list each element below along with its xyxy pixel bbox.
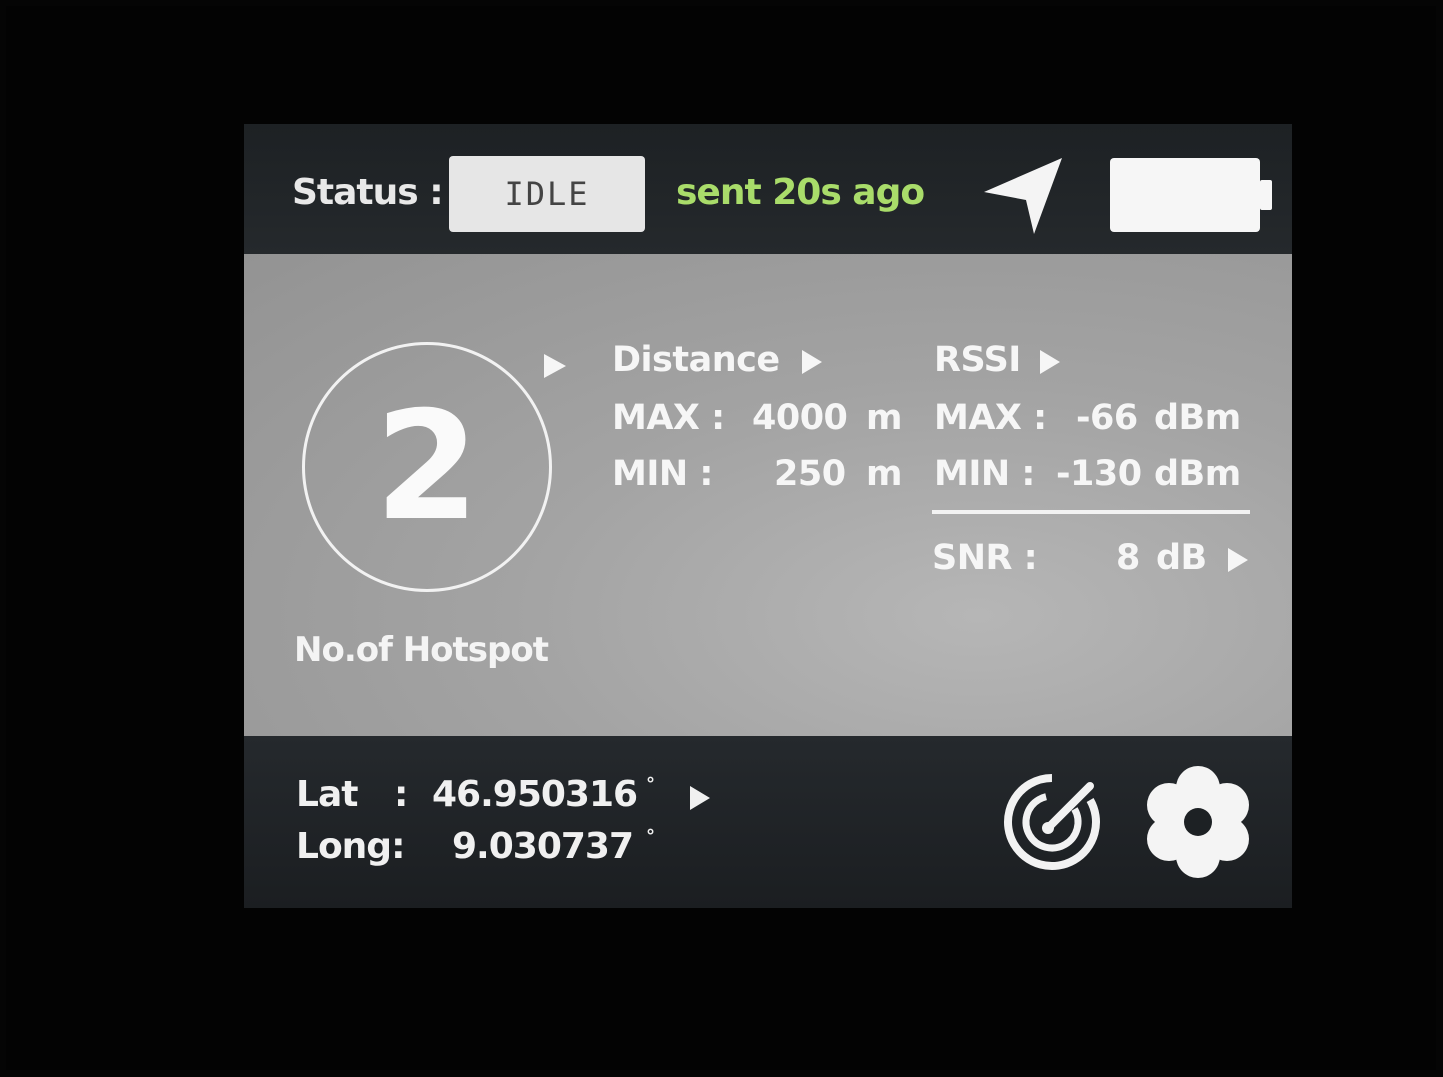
status-badge[interactable]: IDLE [449, 156, 645, 232]
rssi-min-unit: dBm [1154, 454, 1241, 494]
location-bar: Lat : 46.950316 ° Long: 9.030737 ° [244, 736, 1292, 908]
snr-unit: dB [1156, 538, 1207, 578]
rssi-max-label: MAX : [934, 398, 1047, 438]
distance-max-value: 4000 [752, 398, 848, 438]
device-bezel: Status : IDLE sent 20s ago 2 No.of Hotsp… [6, 6, 1436, 1070]
hotspot-label: No.of Hotspot [294, 630, 549, 670]
distance-arrow-icon[interactable] [802, 350, 822, 374]
distance-min-label: MIN : [612, 454, 713, 494]
distance-min-unit: m [866, 454, 902, 494]
longitude-unit: ° [646, 826, 655, 847]
distance-title[interactable]: Distance [612, 340, 780, 380]
hotspot-count-circle[interactable]: 2 [302, 342, 552, 592]
radar-scan-icon[interactable] [1002, 772, 1102, 872]
device-screen: Status : IDLE sent 20s ago 2 No.of Hotsp… [244, 124, 1292, 908]
navigation-arrow-icon[interactable] [982, 154, 1064, 236]
rssi-min-label: MIN : [934, 454, 1035, 494]
hotspot-summary-panel: 2 No.of Hotspot Distance MAX : 4000 m MI… [244, 254, 1292, 736]
rssi-arrow-icon[interactable] [1040, 350, 1060, 374]
latitude-value: 46.950316 [432, 774, 638, 815]
latitude-separator: : [394, 774, 408, 815]
location-arrow-icon[interactable] [690, 786, 710, 810]
latitude-unit: ° [646, 774, 655, 795]
distance-min-value: 250 [774, 454, 846, 494]
rssi-max-unit: dBm [1154, 398, 1241, 438]
status-bar: Status : IDLE sent 20s ago [244, 124, 1292, 254]
latitude-label: Lat [296, 774, 358, 815]
snr-value: 8 [1116, 538, 1140, 578]
snr-arrow-icon[interactable] [1228, 548, 1248, 572]
distance-max-unit: m [866, 398, 902, 438]
last-sent-text: sent 20s ago [676, 172, 925, 213]
gear-icon[interactable] [1142, 766, 1254, 878]
status-label: Status : [292, 172, 444, 213]
longitude-label: Long: [296, 826, 405, 867]
rssi-divider [932, 510, 1250, 514]
battery-full-icon [1110, 158, 1272, 232]
rssi-max-value: -66 [1076, 398, 1138, 438]
distance-max-label: MAX : [612, 398, 725, 438]
rssi-min-value: -130 [1056, 454, 1142, 494]
hotspot-count: 2 [374, 380, 480, 554]
snr-label: SNR : [932, 538, 1038, 578]
longitude-value: 9.030737 [452, 826, 634, 867]
hotspot-next-arrow-icon[interactable] [544, 354, 566, 378]
rssi-title[interactable]: RSSI [934, 340, 1021, 380]
